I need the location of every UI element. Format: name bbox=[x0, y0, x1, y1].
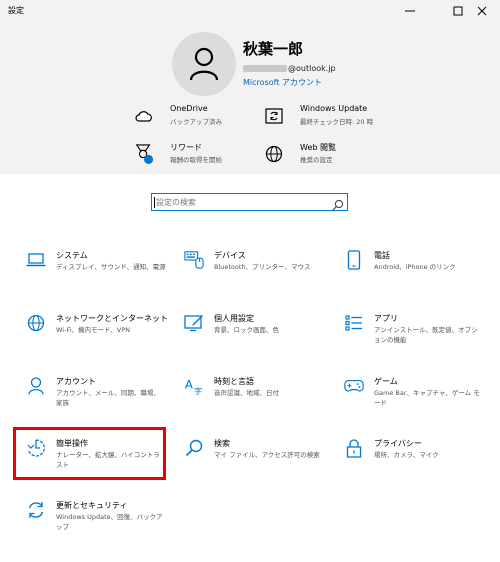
person-icon bbox=[189, 47, 219, 81]
user-email: @outlook.jp bbox=[243, 64, 336, 73]
quick-link-subtitle: バックアップ済み bbox=[170, 118, 222, 126]
category-title: ネットワークとインターネット bbox=[56, 314, 168, 323]
category-title: 更新とセキュリティ bbox=[56, 501, 128, 510]
category-subtitle: 背景、ロック画面、色 bbox=[214, 326, 279, 334]
quick-link-title: リワード bbox=[170, 143, 202, 152]
category-subtitle: Windows Update、回復、バックアップ bbox=[56, 513, 163, 531]
category-time-language[interactable]: A字 時刻と言語 音声認識、地域、日付 bbox=[176, 376, 326, 424]
text-caret bbox=[154, 197, 155, 208]
category-title: プライバシー bbox=[374, 439, 422, 448]
personalization-icon bbox=[184, 313, 204, 333]
person-icon bbox=[26, 376, 46, 396]
category-subtitle: Wi-Fi、機内モード、VPN bbox=[56, 326, 130, 334]
time-language-icon: A字 bbox=[184, 376, 204, 396]
category-title: 電話 bbox=[374, 251, 390, 260]
apps-icon bbox=[344, 313, 364, 333]
lock-icon bbox=[344, 438, 364, 458]
category-privacy[interactable]: プライバシー 場所、カメラ、マイク bbox=[336, 438, 486, 486]
maximize-icon bbox=[453, 6, 463, 16]
quick-link-subtitle: 最終チェック日時: 20 時 bbox=[300, 118, 374, 126]
globe-icon bbox=[26, 313, 46, 333]
quick-link-title: Windows Update bbox=[300, 104, 368, 113]
category-title: アカウント bbox=[56, 377, 96, 386]
title-bar: 設定 bbox=[0, 0, 500, 22]
account-header: 秋葉一郎 @outlook.jp Microsoft アカウント OneDriv… bbox=[0, 22, 500, 174]
laptop-icon bbox=[26, 250, 46, 270]
category-personalization[interactable]: 個人用設定 背景、ロック画面、色 bbox=[176, 313, 326, 361]
quick-link-subtitle: 推奨の設定 bbox=[300, 156, 333, 164]
globe-icon bbox=[264, 144, 284, 164]
quick-link-title: Web 閲覧 bbox=[300, 143, 336, 152]
category-apps[interactable]: アプリ アンインストール、既定値、オプションの機能 bbox=[336, 313, 486, 361]
rewards-icon bbox=[134, 144, 154, 164]
sync-icon bbox=[26, 500, 46, 520]
quick-link-windows-update[interactable]: Windows Update 最終チェック日時: 20 時 bbox=[264, 104, 384, 134]
keyboard-icon bbox=[184, 250, 204, 270]
category-devices[interactable]: デバイス Bluetooth、プリンター、マウス bbox=[176, 250, 326, 298]
category-title: ゲーム bbox=[374, 377, 398, 386]
update-icon bbox=[264, 106, 284, 126]
cloud-icon bbox=[134, 106, 154, 126]
category-title: 検索 bbox=[214, 439, 230, 448]
category-network[interactable]: ネットワークとインターネット Wi-Fi、機内モード、VPN bbox=[18, 313, 168, 361]
user-name: 秋葉一郎 bbox=[243, 40, 304, 58]
category-title: システム bbox=[56, 251, 88, 260]
category-subtitle: Bluetooth、プリンター、マウス bbox=[214, 263, 311, 271]
settings-search-box[interactable]: 設定の検索 bbox=[151, 193, 348, 211]
category-subtitle: Game Bar、キャプチャ、ゲーム モード bbox=[374, 389, 480, 407]
category-system[interactable]: システム ディスプレイ、サウンド、通知、電源 bbox=[18, 250, 168, 298]
category-search[interactable]: 検索 マイ ファイル、アクセス許可の検索 bbox=[176, 438, 326, 486]
svg-text:A: A bbox=[185, 378, 193, 392]
phone-icon bbox=[344, 250, 364, 270]
close-icon bbox=[477, 6, 487, 16]
quick-link-web-browsing[interactable]: Web 閲覧 推奨の設定 bbox=[264, 142, 384, 172]
category-title: デバイス bbox=[214, 251, 246, 260]
category-subtitle: Android、iPhone のリンク bbox=[374, 263, 456, 271]
quick-link-onedrive[interactable]: OneDrive バックアップ済み bbox=[134, 104, 254, 134]
category-subtitle: ディスプレイ、サウンド、通知、電源 bbox=[56, 263, 166, 271]
quick-link-title: OneDrive bbox=[170, 104, 208, 113]
search-icon[interactable] bbox=[332, 196, 344, 215]
category-title: 時刻と言語 bbox=[214, 377, 254, 386]
category-subtitle: アンインストール、既定値、オプションの機能 bbox=[374, 326, 478, 344]
category-gaming[interactable]: ゲーム Game Bar、キャプチャ、ゲーム モード bbox=[336, 376, 486, 424]
search-input[interactable]: 設定の検索 bbox=[156, 197, 196, 208]
avatar[interactable] bbox=[172, 32, 236, 96]
minimize-button[interactable] bbox=[392, 0, 428, 22]
gamepad-icon bbox=[344, 376, 364, 396]
highlight-box bbox=[13, 427, 166, 480]
close-button[interactable] bbox=[464, 0, 500, 22]
quick-link-subtitle: 報酬の取得を開始 bbox=[170, 156, 222, 164]
minimize-icon bbox=[405, 10, 415, 12]
category-phone[interactable]: 電話 Android、iPhone のリンク bbox=[336, 250, 486, 298]
category-title: 個人用設定 bbox=[214, 314, 254, 323]
svg-text:字: 字 bbox=[194, 386, 202, 396]
category-subtitle: 場所、カメラ、マイク bbox=[374, 451, 439, 459]
quick-link-rewards[interactable]: リワード 報酬の取得を開始 bbox=[134, 142, 254, 172]
search-icon bbox=[184, 438, 204, 458]
window-title: 設定 bbox=[8, 6, 24, 15]
microsoft-account-link[interactable]: Microsoft アカウント bbox=[243, 77, 322, 88]
category-subtitle: アカウント、メール、同期、職場、家族 bbox=[56, 389, 160, 407]
redacted-email bbox=[243, 65, 287, 72]
category-title: アプリ bbox=[374, 314, 398, 323]
category-subtitle: マイ ファイル、アクセス許可の検索 bbox=[214, 451, 320, 459]
category-update-security[interactable]: 更新とセキュリティ Windows Update、回復、バックアップ bbox=[18, 500, 168, 548]
category-subtitle: 音声認識、地域、日付 bbox=[214, 389, 279, 397]
category-accounts[interactable]: アカウント アカウント、メール、同期、職場、家族 bbox=[18, 376, 168, 424]
